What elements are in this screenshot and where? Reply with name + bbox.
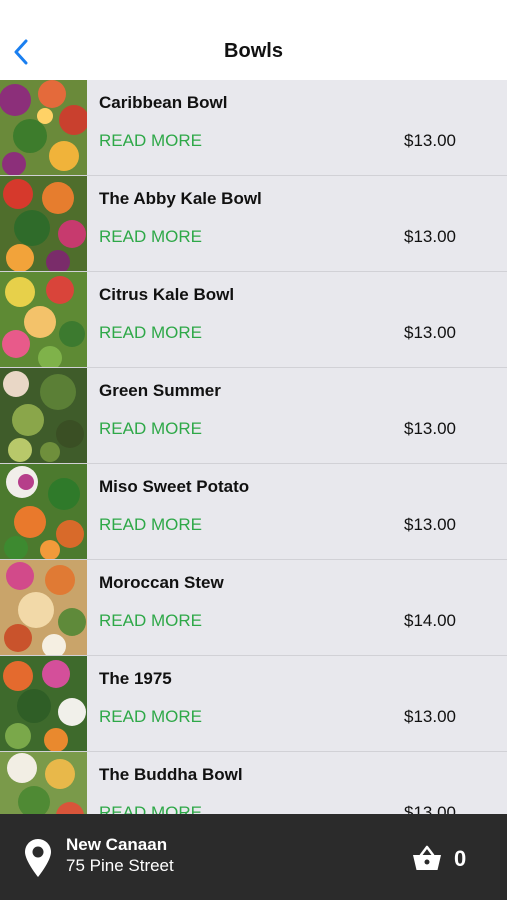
list-item[interactable]: The Buddha Bowl READ MORE $13.00	[0, 752, 507, 814]
bowl-image	[0, 656, 87, 751]
read-more-link[interactable]: READ MORE	[99, 803, 202, 814]
bowl-image	[0, 80, 87, 175]
item-name: The 1975	[99, 669, 172, 688]
item-name: Miso Sweet Potato	[99, 477, 250, 496]
list-item[interactable]: The Abby Kale Bowl READ MORE $13.00	[0, 176, 507, 272]
read-more-link[interactable]: READ MORE	[99, 227, 202, 247]
read-more-link[interactable]: READ MORE	[99, 419, 202, 439]
nav-header: Bowls	[0, 0, 507, 80]
bowl-image	[0, 464, 87, 559]
item-name: The Buddha Bowl	[99, 765, 243, 784]
read-more-link[interactable]: READ MORE	[99, 515, 202, 535]
list-item[interactable]: Miso Sweet Potato READ MORE $13.00	[0, 464, 507, 560]
item-price: $13.00	[404, 515, 456, 534]
item-name: Moroccan Stew	[99, 573, 224, 592]
list-item[interactable]: Moroccan Stew READ MORE $14.00	[0, 560, 507, 656]
read-more-link[interactable]: READ MORE	[99, 611, 202, 631]
location-address[interactable]: 75 Pine Street	[66, 856, 174, 876]
item-name: Caribbean Bowl	[99, 93, 228, 112]
list-item[interactable]: Citrus Kale Bowl READ MORE $13.00	[0, 272, 507, 368]
read-more-link[interactable]: READ MORE	[99, 707, 202, 727]
item-price: $13.00	[404, 323, 456, 342]
item-price: $13.00	[404, 803, 456, 814]
item-price: $13.00	[404, 707, 456, 726]
list-item[interactable]: The 1975 READ MORE $13.00	[0, 656, 507, 752]
item-price: $13.00	[404, 227, 456, 246]
read-more-link[interactable]: READ MORE	[99, 131, 202, 151]
basket-icon[interactable]	[412, 844, 442, 872]
bowl-image	[0, 272, 87, 367]
bowl-list[interactable]: Caribbean Bowl READ MORE $13.00 The Abby…	[0, 80, 507, 814]
cart-count: 0	[454, 846, 467, 871]
bowl-image	[0, 368, 87, 463]
location-cart-bar: New Canaan 75 Pine Street 0	[0, 814, 507, 900]
list-item[interactable]: Caribbean Bowl READ MORE $13.00	[0, 80, 507, 176]
item-price: $13.00	[404, 419, 456, 438]
item-name: The Abby Kale Bowl	[99, 189, 262, 208]
bowl-image	[0, 752, 87, 814]
bowl-image	[0, 176, 87, 271]
list-item[interactable]: Green Summer READ MORE $13.00	[0, 368, 507, 464]
read-more-link[interactable]: READ MORE	[99, 323, 202, 343]
item-price: $13.00	[404, 131, 456, 150]
bowl-image	[0, 560, 87, 655]
item-price: $14.00	[404, 611, 456, 630]
location-name[interactable]: New Canaan	[66, 835, 167, 855]
item-name: Green Summer	[99, 381, 221, 400]
map-pin-icon	[25, 839, 51, 877]
item-name: Citrus Kale Bowl	[99, 285, 235, 304]
page-title: Bowls	[224, 40, 283, 62]
